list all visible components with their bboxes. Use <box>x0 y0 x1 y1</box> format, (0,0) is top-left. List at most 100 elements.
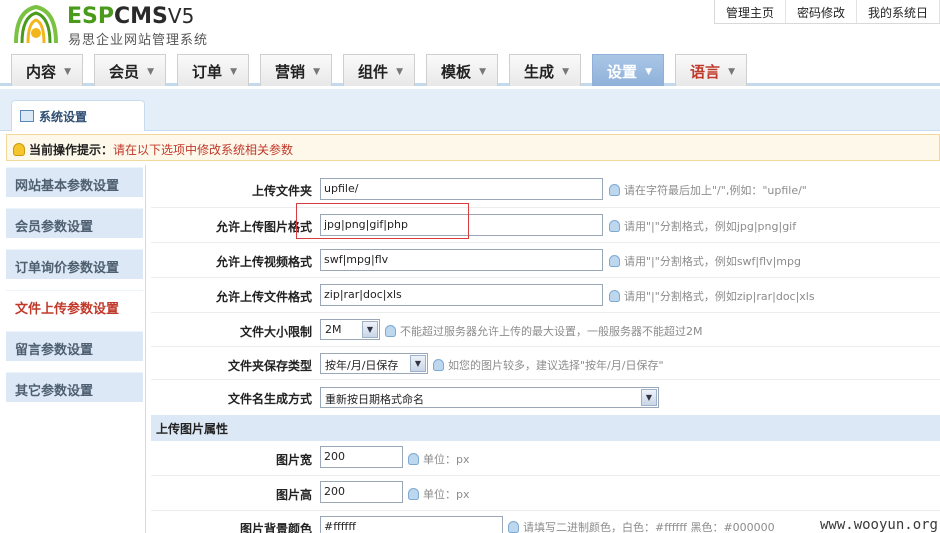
select-value: 2M <box>325 323 342 336</box>
tip-text: 请在以下选项中修改系统相关参数 <box>113 143 294 157</box>
img-bg-label: 图片背景颜色 <box>239 522 312 533</box>
video-types-hint: 请用"|"分割格式，例如swf|flv|mpg <box>609 253 801 269</box>
chevron-down-icon: ▼ <box>396 67 403 77</box>
nav-label: 内容 <box>26 63 57 81</box>
hint-bulb-icon <box>433 359 444 371</box>
top-links: 管理主页 密码修改 我的系统日 <box>713 0 940 24</box>
hint-text: 请用"|"分割格式，例如swf|flv|mpg <box>624 255 801 268</box>
size-limit-label: 文件大小限制 <box>239 325 312 339</box>
row-file-types: 允许上传文件格式 zip|rar|doc|xls 请用"|"分割格式，例如zip… <box>151 278 940 313</box>
lightbulb-icon <box>13 143 25 156</box>
hint-text: 请用"|"分割格式，例如jpg|png|gif <box>624 220 797 233</box>
size-limit-hint: 不能超过服务器允许上传的最大设置，一般服务器不能超过2M <box>385 323 703 339</box>
brand-name: ESPCMSV5 <box>67 4 194 29</box>
name-mode-label: 文件名生成方式 <box>227 392 312 406</box>
hint-text: 请在字符最后加上"/",例如："upfile/" <box>624 184 807 197</box>
top-link-change-password[interactable]: 密码修改 <box>786 0 857 23</box>
nav-members[interactable]: 会员 ▼ <box>94 54 166 86</box>
espcms-logo-icon <box>14 4 58 44</box>
row-upload-dir: 上传文件夹 upfile/ 请在字符最后加上"/",例如："upfile/" <box>151 172 940 208</box>
top-link-my-system-log[interactable]: 我的系统日 <box>857 0 940 23</box>
nav-templates[interactable]: 模板 ▼ <box>426 54 498 86</box>
video-types-label: 允许上传视频格式 <box>215 255 312 269</box>
tip-label: 当前操作提示： <box>29 143 114 157</box>
hint-bulb-icon <box>508 521 519 533</box>
tab-system-settings[interactable]: 系统设置 <box>11 100 145 131</box>
img-bg-input[interactable]: #ffffff <box>320 516 503 533</box>
nav-label: 会员 <box>109 63 140 81</box>
upload-settings-form: 上传文件夹 upfile/ 请在字符最后加上"/",例如："upfile/" 允… <box>151 165 940 533</box>
hint-bulb-icon <box>609 220 620 232</box>
hint-text: 单位：px <box>423 488 470 501</box>
operation-tip: 当前操作提示：请在以下选项中修改系统相关参数 <box>6 134 940 161</box>
sidebar-item-basic[interactable]: 网站基本参数设置 <box>6 167 143 197</box>
save-type-label: 文件夹保存类型 <box>227 359 312 373</box>
select-value: 按年/月/日保存 <box>325 359 399 372</box>
nav-language[interactable]: 语言 ▼ <box>675 54 747 86</box>
hint-text: 不能超过服务器允许上传的最大设置，一般服务器不能超过2M <box>400 325 703 338</box>
settings-sidebar: 网站基本参数设置 会员参数设置 订单询价参数设置 文件上传参数设置 留言参数设置… <box>0 165 146 533</box>
chevron-down-icon: ▼ <box>147 67 154 77</box>
img-width-input[interactable]: 200 <box>320 446 403 468</box>
nav-label: 设置 <box>607 63 638 81</box>
top-link-admin-home[interactable]: 管理主页 <box>715 0 786 23</box>
upload-dir-hint: 请在字符最后加上"/",例如："upfile/" <box>609 182 807 198</box>
chevron-down-icon: ▼ <box>562 67 569 77</box>
video-types-input[interactable]: swf|mpg|flv <box>320 249 603 271</box>
sidebar-item-upload[interactable]: 文件上传参数设置 <box>6 290 143 320</box>
sidebar-item-members[interactable]: 会员参数设置 <box>6 208 143 238</box>
upload-dir-input[interactable]: upfile/ <box>320 178 603 200</box>
nav-orders[interactable]: 订单 ▼ <box>177 54 249 86</box>
img-bg-hint: 请填写二进制颜色，白色：#ffffff 黑色：#000000 <box>508 519 775 533</box>
row-img-height: 图片高 200 单位：px <box>151 476 940 511</box>
chevron-down-icon: ▼ <box>645 67 652 77</box>
row-img-width: 图片宽 200 单位：px <box>151 441 940 476</box>
chevron-down-icon: ▼ <box>313 67 320 77</box>
row-img-types: 允许上传图片格式 jpg|png|gif|php 请用"|"分割格式，例如jpg… <box>151 208 940 243</box>
nav-label: 营销 <box>275 63 306 81</box>
img-types-hint: 请用"|"分割格式，例如jpg|png|gif <box>609 218 796 234</box>
hint-text: 单位：px <box>423 453 470 466</box>
img-height-hint: 单位：px <box>408 486 470 502</box>
nav-settings[interactable]: 设置 ▼ <box>592 54 664 86</box>
nav-marketing[interactable]: 营销 ▼ <box>260 54 332 86</box>
hint-text: 请用"|"分割格式，例如zip|rar|doc|xls <box>624 290 815 303</box>
sidebar-item-guestbook[interactable]: 留言参数设置 <box>6 331 143 361</box>
chevron-down-icon: ▼ <box>64 67 71 77</box>
nav-label: 组件 <box>358 63 389 81</box>
row-save-type: 文件夹保存类型 按年/月/日保存 ▼ 如您的图片较多，建议选择"按年/月/日保存" <box>151 347 940 380</box>
chevron-down-icon: ▼ <box>479 67 486 77</box>
nav-label: 模板 <box>441 63 472 81</box>
hint-bulb-icon <box>609 255 620 267</box>
tab-label: 系统设置 <box>39 110 88 124</box>
header: ESPCMSV5 易思企业网站管理系统 管理主页 密码修改 我的系统日 <box>0 0 940 50</box>
save-type-select[interactable]: 按年/月/日保存 ▼ <box>320 353 428 374</box>
hint-bulb-icon <box>408 453 419 465</box>
nav-label: 生成 <box>524 63 555 81</box>
row-size-limit: 文件大小限制 2M ▼ 不能超过服务器允许上传的最大设置，一般服务器不能超过2M <box>151 313 940 347</box>
nav-label: 订单 <box>192 63 223 81</box>
chevron-down-icon: ▼ <box>728 67 735 77</box>
chevron-down-icon: ▼ <box>230 67 237 77</box>
main-nav: 内容 ▼ 会员 ▼ 订单 ▼ 营销 ▼ 组件 ▼ 模板 ▼ 生成 ▼ 设置 ▼ 语言 ▼ <box>0 50 940 86</box>
chevron-down-icon[interactable]: ▼ <box>362 321 378 338</box>
window-icon <box>20 110 34 122</box>
chevron-down-icon[interactable]: ▼ <box>410 355 426 372</box>
name-mode-select[interactable]: 重新按日期格式命名 ▼ <box>320 387 659 408</box>
img-width-hint: 单位：px <box>408 451 470 467</box>
file-types-input[interactable]: zip|rar|doc|xls <box>320 284 603 306</box>
nav-generate[interactable]: 生成 ▼ <box>509 54 581 86</box>
img-height-input[interactable]: 200 <box>320 481 403 503</box>
nav-components[interactable]: 组件 ▼ <box>343 54 415 86</box>
hint-bulb-icon <box>609 184 620 196</box>
hint-bulb-icon <box>408 488 419 500</box>
file-types-hint: 请用"|"分割格式，例如zip|rar|doc|xls <box>609 288 815 304</box>
brand-cms: CMS <box>114 4 168 29</box>
size-limit-select[interactable]: 2M ▼ <box>320 319 380 340</box>
chevron-down-icon[interactable]: ▼ <box>641 389 657 406</box>
sidebar-item-other[interactable]: 其它参数设置 <box>6 372 143 402</box>
upload-dir-label: 上传文件夹 <box>251 184 312 198</box>
sidebar-item-order-inquiry[interactable]: 订单询价参数设置 <box>6 249 143 279</box>
nav-content[interactable]: 内容 ▼ <box>11 54 83 86</box>
row-video-types: 允许上传视频格式 swf|mpg|flv 请用"|"分割格式，例如swf|flv… <box>151 243 940 278</box>
